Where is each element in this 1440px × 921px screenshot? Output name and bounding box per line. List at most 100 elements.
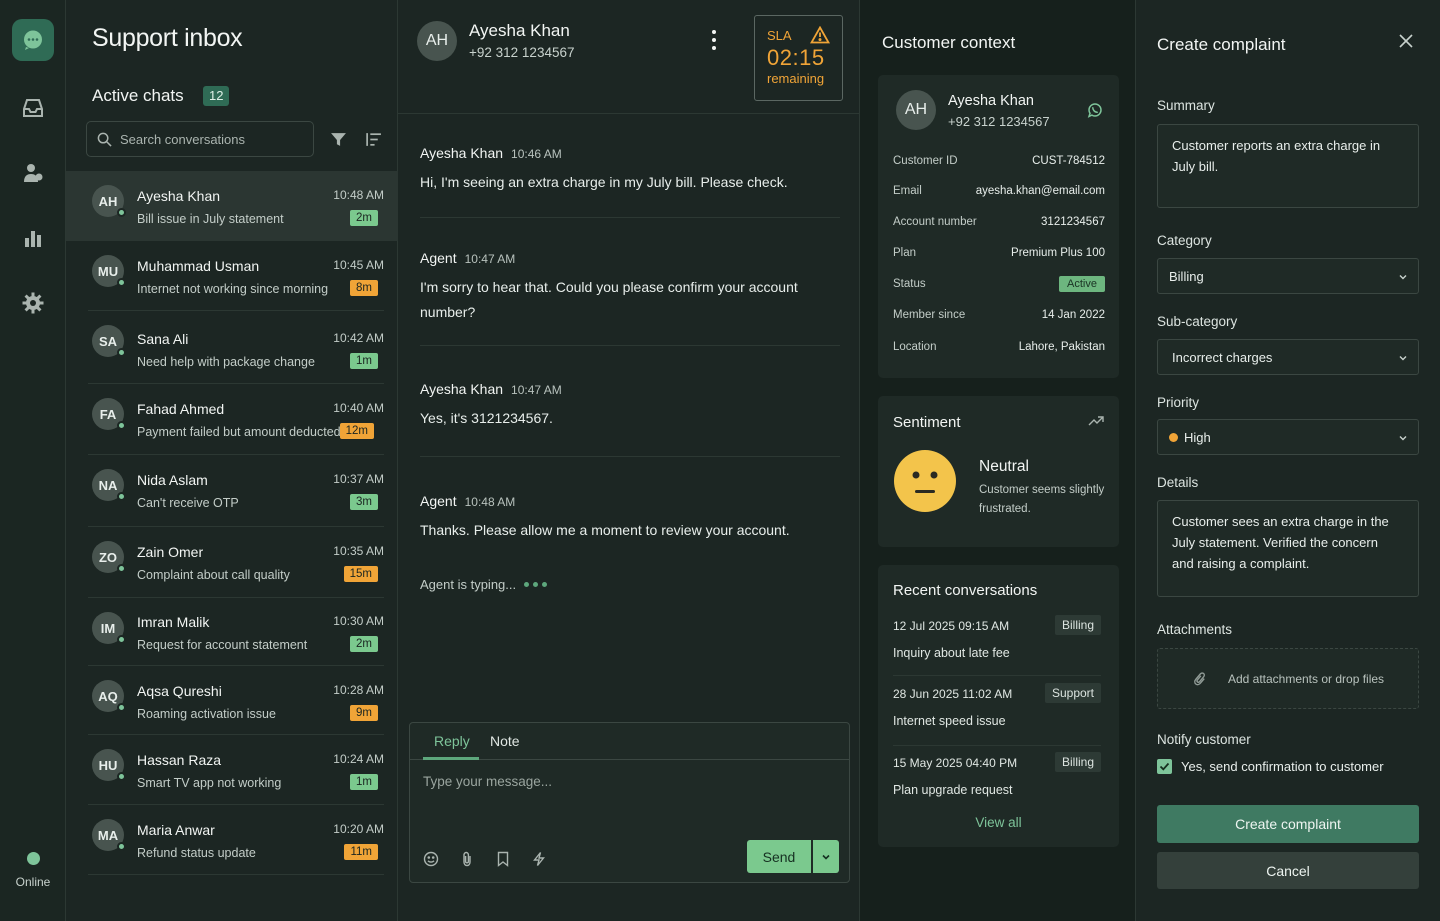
user-group-icon xyxy=(24,164,43,182)
avatar: AQ xyxy=(92,680,126,712)
wait-time-badge: 2m xyxy=(350,210,378,226)
chat-list-item[interactable]: FA Fahad Ahmed Payment failed but amount… xyxy=(88,384,384,455)
recent-title: Recent conversations xyxy=(893,582,1038,599)
chat-list-item[interactable]: AQ Aqsa Qureshi Roaming activation issue… xyxy=(88,666,384,735)
field-member-since: Member since 14 Jan 2022 xyxy=(893,309,1105,321)
message-sender: Agent xyxy=(420,493,457,509)
chat-list-item[interactable]: SA Sana Ali Need help with package chang… xyxy=(88,311,384,384)
notify-checkbox-row[interactable]: Yes, send confirmation to customer xyxy=(1157,759,1384,774)
customer-name: Ayesha Khan xyxy=(469,21,570,40)
whatsapp-icon[interactable] xyxy=(1086,101,1104,119)
chat-list-item[interactable]: NA Nida Aslam Can't receive OTP 10:37 AM… xyxy=(88,455,384,527)
message-sender: Ayesha Khan xyxy=(420,145,504,161)
search-input[interactable] xyxy=(120,131,300,147)
typing-dots-icon xyxy=(524,582,548,587)
details-label: Details xyxy=(1157,475,1199,490)
chat-name: Muhammad Usman xyxy=(137,258,260,274)
notify-checkbox[interactable] xyxy=(1157,759,1172,774)
chat-preview: Refund status update xyxy=(137,846,256,860)
chat-preview: Smart TV app not working xyxy=(137,776,282,790)
trend-up-icon[interactable] xyxy=(1088,415,1104,427)
attachments-placeholder: Add attachments or drop files xyxy=(1227,671,1385,686)
send-options-button[interactable] xyxy=(813,840,839,873)
online-dot-icon xyxy=(117,703,126,712)
chat-preview: Need help with package change xyxy=(137,355,315,369)
priority-select[interactable]: High xyxy=(1157,419,1419,455)
message-input[interactable] xyxy=(423,774,833,824)
chat-list-item[interactable]: ZO Zain Omer Complaint about call qualit… xyxy=(88,527,384,598)
status-badge: Active xyxy=(1059,276,1105,292)
quick-actions-button[interactable] xyxy=(530,850,548,868)
message-time: 10:47 AM xyxy=(511,383,562,397)
subcategory-label: Sub-category xyxy=(1157,314,1238,329)
field-account-number: Account number 3121234567 xyxy=(893,216,1105,228)
chevron-down-icon xyxy=(1399,356,1407,361)
subcategory-select[interactable]: Incorrect charges xyxy=(1157,339,1419,375)
sort-button[interactable] xyxy=(362,128,384,150)
close-icon[interactable] xyxy=(1397,32,1415,50)
category-select[interactable]: Billing xyxy=(1157,258,1419,294)
chat-preview: Can't receive OTP xyxy=(137,496,239,510)
priority-dot-icon xyxy=(1169,432,1178,442)
category-tag: Support xyxy=(1044,683,1101,703)
chat-list-item[interactable]: AH Ayesha Khan Bill issue in July statem… xyxy=(66,171,398,241)
message-body: Yes, it's 3121234567. xyxy=(420,410,553,426)
active-chats-title: Active chats xyxy=(92,86,184,105)
typing-indicator: Agent is typing... xyxy=(420,577,548,592)
inbox-panel: Support inbox Active chats 12 AH Ayesha … xyxy=(66,0,398,921)
attachments-dropzone[interactable]: Add attachments or drop files xyxy=(1157,648,1419,709)
chat-time: 10:35 AM xyxy=(333,544,384,558)
summary-field[interactable]: Customer reports an extra charge in July… xyxy=(1157,124,1419,208)
chat-list: AH Ayesha Khan Bill issue in July statem… xyxy=(66,171,398,875)
online-dot-icon xyxy=(117,564,126,573)
more-options-icon[interactable] xyxy=(704,28,724,52)
online-dot-icon xyxy=(117,492,126,501)
checkmark-icon xyxy=(1159,762,1170,771)
chat-nav-button[interactable] xyxy=(12,19,54,61)
filter-button[interactable] xyxy=(327,128,349,150)
send-button[interactable]: Send xyxy=(747,840,812,873)
active-count-badge: 12 xyxy=(203,86,230,106)
chat-list-item[interactable]: MU Muhammad Usman Internet not working s… xyxy=(88,241,384,311)
category-tag: Billing xyxy=(1054,615,1101,635)
recent-conversation-item[interactable]: 15 May 2025 04:40 PM Billing Plan upgrad… xyxy=(893,752,1101,797)
priority-label: Priority xyxy=(1157,395,1200,410)
search-box[interactable] xyxy=(86,121,314,157)
settings-nav-button[interactable] xyxy=(12,282,54,324)
cancel-button[interactable]: Cancel xyxy=(1157,852,1419,889)
inbox-nav-button[interactable] xyxy=(12,87,54,129)
avatar: SA xyxy=(92,325,126,357)
contacts-nav-button[interactable] xyxy=(12,152,54,194)
chat-name: Hassan Raza xyxy=(137,752,222,768)
chat-list-item[interactable]: IM Imran Malik Request for account state… xyxy=(88,598,384,666)
online-label: Online xyxy=(15,875,51,889)
reports-nav-button[interactable] xyxy=(12,217,54,259)
chat-preview: Roaming activation issue xyxy=(137,707,276,721)
message-time: 10:48 AM xyxy=(464,495,516,509)
view-all-link[interactable]: View all xyxy=(878,815,1119,830)
neutral-face-icon xyxy=(894,450,956,512)
avatar: FA xyxy=(92,398,126,430)
recent-conversation-item[interactable]: 28 Jun 2025 11:02 AM Support Internet sp… xyxy=(893,683,1101,728)
bar-chart-icon xyxy=(25,231,41,247)
composer-tabs: Reply Note xyxy=(410,723,849,760)
wait-time-badge: 15m xyxy=(343,566,378,582)
chat-list-item[interactable]: MA Maria Anwar Refund status update 10:2… xyxy=(88,805,384,875)
chat-list-item[interactable]: HU Hassan Raza Smart TV app not working … xyxy=(88,735,384,805)
message-sender: Agent xyxy=(420,250,457,266)
saved-replies-button[interactable] xyxy=(494,850,512,868)
summary-label: Summary xyxy=(1157,98,1215,113)
attach-button[interactable] xyxy=(458,850,476,868)
recent-conversation-item[interactable]: 12 Jul 2025 09:15 AM Billing Inquiry abo… xyxy=(893,615,1101,660)
smiley-icon xyxy=(423,851,439,867)
wait-time-badge: 11m xyxy=(344,844,378,860)
create-complaint-button[interactable]: Create complaint xyxy=(1157,805,1419,843)
chat-name: Fahad Ahmed xyxy=(137,401,225,417)
details-field[interactable]: Customer sees an extra charge in the Jul… xyxy=(1157,500,1419,597)
tab-note[interactable]: Note xyxy=(490,733,520,749)
tab-reply[interactable]: Reply xyxy=(434,733,470,749)
customer-phone: +92 312 1234567 xyxy=(948,114,1050,129)
emoji-button[interactable] xyxy=(422,850,440,868)
online-status[interactable]: Online xyxy=(0,852,66,889)
online-dot-icon xyxy=(117,842,126,851)
